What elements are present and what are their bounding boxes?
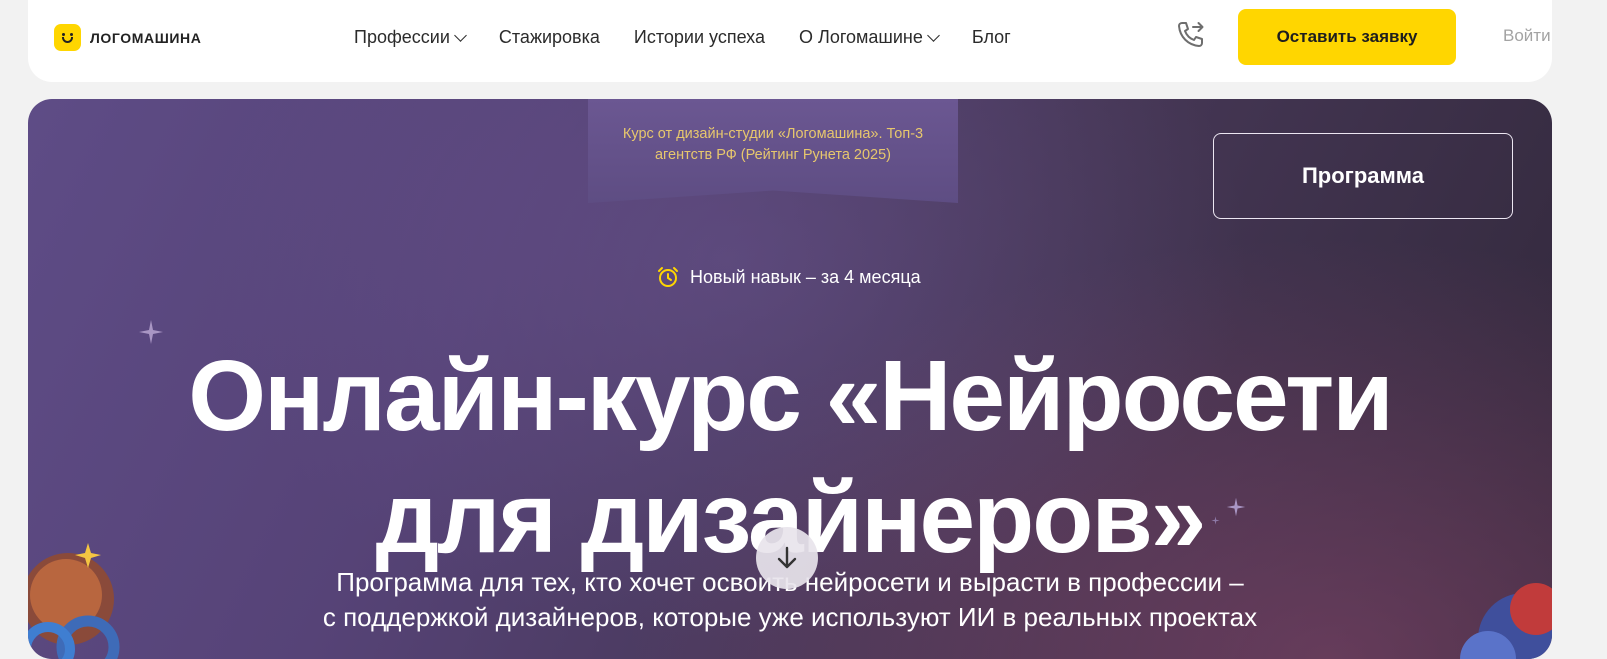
- logo-text: ЛОГОМАШИНА: [90, 29, 202, 46]
- arrow-down-icon: [777, 546, 797, 569]
- alarm-clock-icon: [658, 267, 678, 287]
- logo[interactable]: ЛОГОМАШИНА: [54, 24, 201, 51]
- nav-item-label: Профессии: [354, 26, 450, 47]
- character-illustration-left: [28, 543, 120, 659]
- leave-request-button[interactable]: Оставить заявку: [1238, 9, 1456, 65]
- program-button[interactable]: Программа: [1213, 133, 1513, 219]
- title-line: Онлайн-курс «Нейросети: [188, 340, 1393, 452]
- nav-item-label: Блог: [971, 26, 1011, 47]
- nav-item-professions[interactable]: Профессии: [354, 26, 467, 48]
- site-header: ЛОГОМАШИНА Профессии Стажировка Истории …: [28, 0, 1552, 82]
- skill-duration: Новый навык – за 4 месяца: [656, 265, 921, 289]
- login-link[interactable]: Войти: [1503, 26, 1551, 46]
- nav-item-blog[interactable]: Блог: [972, 27, 1011, 48]
- nav-item-internship[interactable]: Стажировка: [499, 27, 600, 48]
- chevron-down-icon: [926, 28, 940, 42]
- character-illustration-right: [1460, 583, 1552, 659]
- subtitle-line: с поддержкой дизайнеров, которые уже исп…: [322, 602, 1258, 632]
- skill-text: Новый навык – за 4 месяца: [690, 266, 921, 287]
- main-nav: Профессии Стажировка Истории успеха О Ло…: [354, 27, 1045, 47]
- logo-smile-icon: [54, 24, 81, 51]
- nav-item-success-stories[interactable]: Истории успеха: [634, 27, 765, 48]
- award-ribbon-text: Курс от дизайн-студии «Логомашина». Топ-…: [622, 126, 924, 163]
- phone-forward-icon[interactable]: [1174, 18, 1208, 52]
- nav-item-label: Истории успеха: [633, 26, 765, 47]
- chevron-down-icon: [454, 28, 467, 42]
- scroll-down-button[interactable]: [756, 527, 818, 589]
- nav-item-label: Стажировка: [498, 26, 600, 47]
- nav-item-about[interactable]: О Логомашине: [799, 26, 940, 48]
- nav-item-label: О Логомашине: [799, 26, 923, 47]
- hero-section: Курс от дизайн-студии «Логомашина». Топ-…: [28, 99, 1552, 659]
